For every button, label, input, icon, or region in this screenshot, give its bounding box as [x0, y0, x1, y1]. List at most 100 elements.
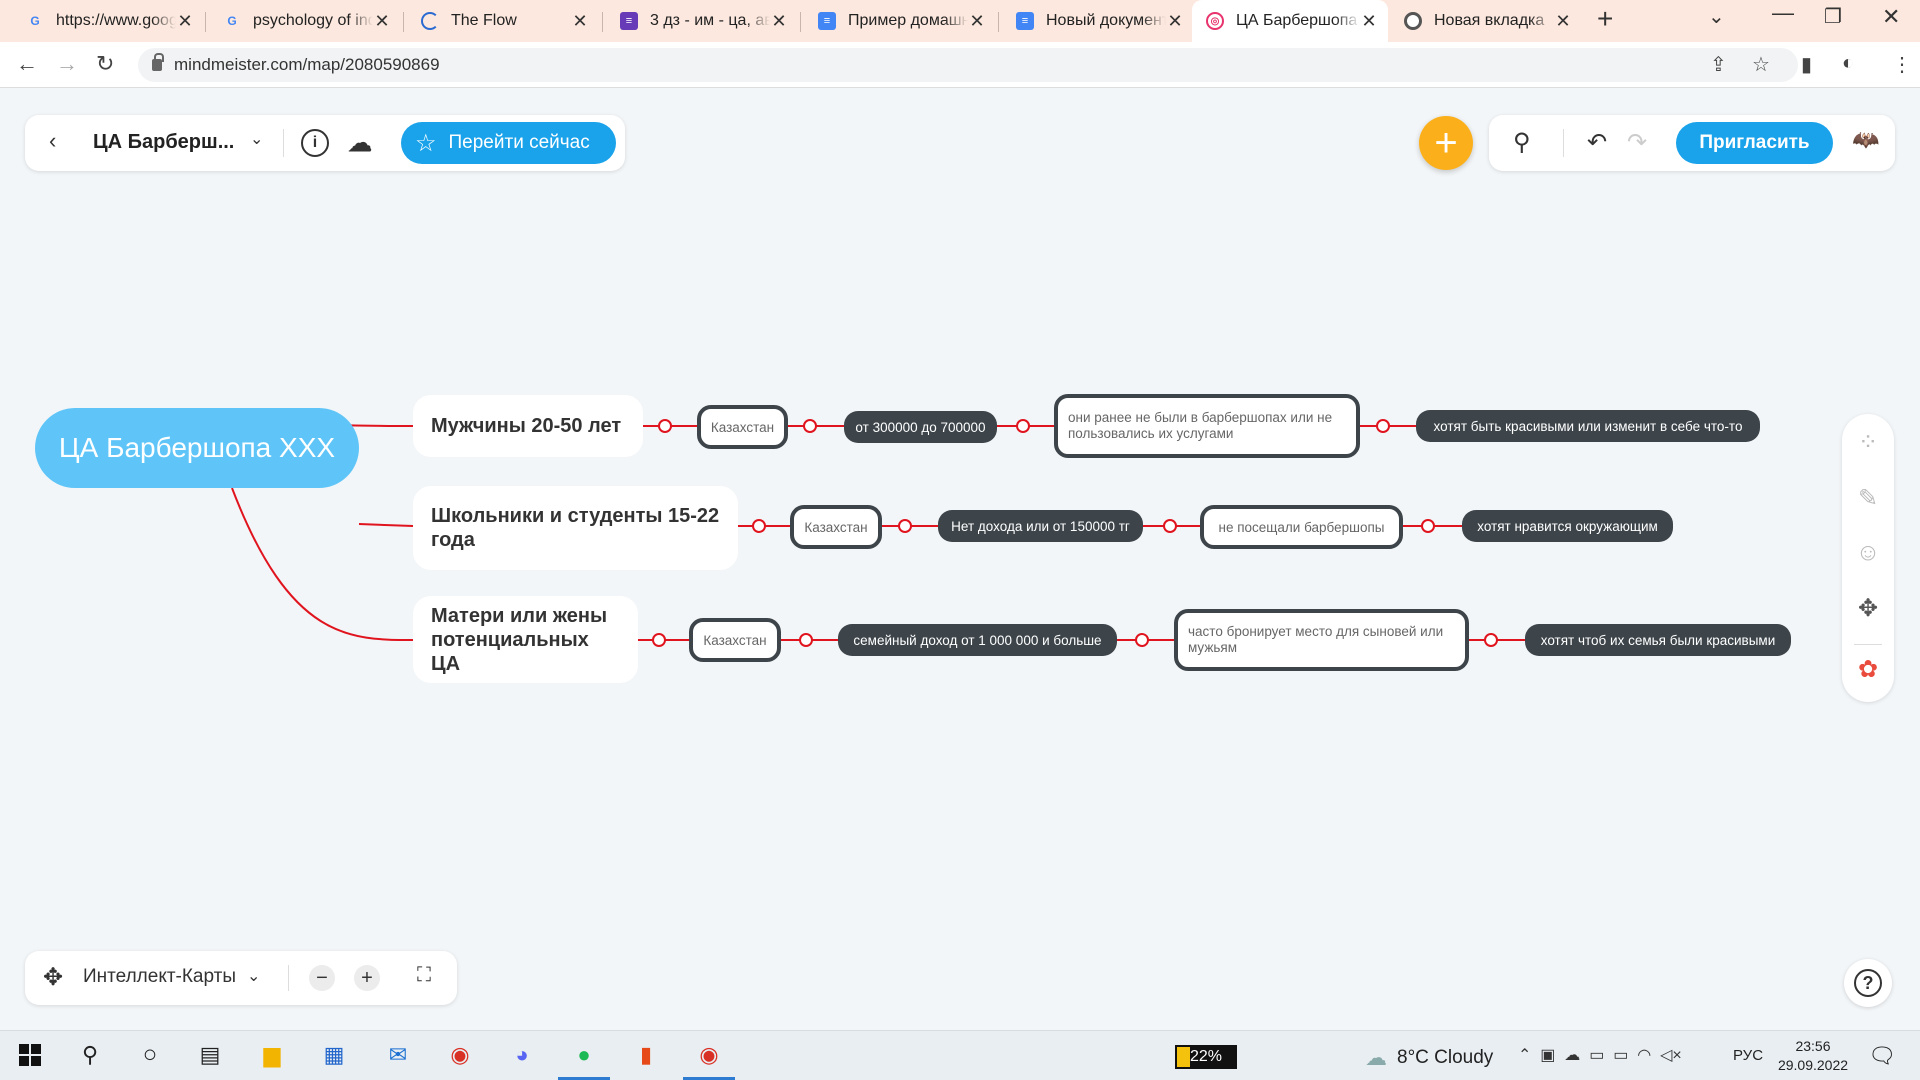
subtopic-node[interactable]: часто бронирует место для сыновей или му…: [1174, 609, 1469, 671]
connector-knob[interactable]: [1421, 519, 1435, 533]
connector-knob[interactable]: [898, 519, 912, 533]
office-icon[interactable]: ▮: [630, 1039, 662, 1071]
mindmap-layout-icon[interactable]: ✥: [1855, 596, 1881, 622]
cortana-icon[interactable]: ○: [134, 1039, 166, 1071]
google-icon: G: [227, 14, 237, 28]
connector-knob[interactable]: [1016, 419, 1030, 433]
bookmark-star-icon[interactable]: ☆: [1752, 52, 1770, 77]
chrome-icon[interactable]: ◉: [444, 1039, 476, 1071]
map-title[interactable]: ЦА Барберш...: [93, 131, 234, 154]
redo-icon[interactable]: ↷: [1627, 128, 1647, 157]
browser-menu-icon[interactable]: ⋮: [1892, 52, 1912, 77]
emoji-icon[interactable]: ☺: [1855, 540, 1881, 566]
tab-title: 3 дз - им - ца, ав: [650, 12, 770, 29]
topic-node[interactable]: Мужчины 20-50 лет: [413, 395, 643, 457]
close-tab-icon[interactable]: ✕: [373, 11, 391, 32]
clock[interactable]: 23:56 29.09.2022: [1768, 1037, 1858, 1075]
chevron-down-icon[interactable]: ⌄: [247, 966, 260, 986]
forward-arrow-icon[interactable]: →: [56, 51, 78, 77]
search-icon[interactable]: ⚲: [1513, 128, 1531, 157]
connector-knob[interactable]: [1376, 419, 1390, 433]
reload-icon[interactable]: ↻: [96, 51, 114, 77]
back-chevron-icon[interactable]: ‹: [49, 128, 56, 154]
go-now-button[interactable]: ☆ Перейти сейчас: [401, 122, 616, 164]
layout-icon[interactable]: ⁘: [1855, 430, 1881, 456]
browser-tab[interactable]: G https://www.google. ✕: [12, 0, 204, 42]
side-panel-icon[interactable]: ▮: [1801, 52, 1812, 77]
chevron-down-icon[interactable]: ⌄: [250, 129, 263, 149]
theme-palette-icon[interactable]: ✿: [1855, 657, 1881, 683]
zoom-in-button[interactable]: +: [354, 965, 380, 991]
subtopic-node[interactable]: Казахстан: [689, 618, 781, 662]
subtopic-node[interactable]: хотят нравится окружающим: [1462, 510, 1673, 542]
new-tab-button[interactable]: +: [1597, 3, 1613, 35]
close-tab-icon[interactable]: ✕: [1166, 11, 1184, 32]
subtopic-node[interactable]: Казахстан: [697, 405, 788, 449]
restore-button[interactable]: ❐: [1824, 4, 1842, 29]
subtopic-node[interactable]: не посещали барбершопы: [1200, 505, 1403, 549]
subtopic-node[interactable]: от 300000 до 700000: [844, 411, 997, 443]
share-icon[interactable]: ⇪: [1710, 52, 1727, 77]
browser-tab[interactable]: Новая вкладка ✕: [1390, 0, 1582, 42]
view-mode-selector[interactable]: Интеллект-Карты: [83, 966, 236, 988]
help-button[interactable]: ?: [1844, 959, 1892, 1007]
subtopic-node[interactable]: Нет дохода или от 150000 тг: [938, 510, 1143, 542]
topic-node[interactable]: Школьники и студенты 15-22 года: [413, 486, 738, 570]
undo-icon[interactable]: ↶: [1587, 128, 1607, 157]
close-window-button[interactable]: ✕: [1882, 4, 1900, 30]
style-brush-icon[interactable]: ✎: [1855, 486, 1881, 512]
store-icon[interactable]: ▦: [318, 1039, 350, 1071]
profile-avatar[interactable]: ◐: [1842, 52, 1854, 75]
subtopic-node[interactable]: хотят быть красивыми или изменит в себе …: [1416, 410, 1760, 442]
connector-knob[interactable]: [799, 633, 813, 647]
zoom-out-button[interactable]: −: [309, 965, 335, 991]
tab-search-icon[interactable]: ⌄: [1708, 4, 1725, 29]
connector-knob[interactable]: [1163, 519, 1177, 533]
windows-start-icon[interactable]: [14, 1039, 46, 1071]
file-explorer-icon[interactable]: ▆: [256, 1039, 288, 1071]
subtopic-node[interactable]: семейный доход от 1 000 000 и больше: [838, 624, 1117, 656]
connector-knob[interactable]: [752, 519, 766, 533]
browser-tab-active[interactable]: ◎ ЦА Барбершопа ✕: [1192, 0, 1388, 42]
back-arrow-icon[interactable]: ←: [16, 51, 38, 77]
browser-tab[interactable]: ≡ Новый документ ✕: [1002, 0, 1194, 42]
connector-knob[interactable]: [1135, 633, 1149, 647]
connector-knob[interactable]: [652, 633, 666, 647]
close-tab-icon[interactable]: ✕: [1554, 11, 1572, 32]
connector-knob[interactable]: [658, 419, 672, 433]
subtopic-node[interactable]: хотят чтоб их семья были красивыми: [1525, 624, 1791, 656]
minimize-button[interactable]: —: [1772, 0, 1794, 26]
invite-button[interactable]: Пригласить: [1676, 122, 1833, 164]
spotify-icon[interactable]: ●: [558, 1039, 610, 1080]
connector-knob[interactable]: [1484, 633, 1498, 647]
close-tab-icon[interactable]: ✕: [770, 11, 788, 32]
language-indicator[interactable]: РУС: [1733, 1047, 1763, 1064]
weather-widget[interactable]: ☁ 8°C Cloudy: [1365, 1045, 1493, 1071]
browser-tab[interactable]: ≡ 3 дз - им - ца, ав ✕: [606, 0, 798, 42]
browser-tab[interactable]: G psychology of indivi ✕: [209, 0, 401, 42]
topic-node[interactable]: Матери или жены потенциальных ЦА: [413, 596, 638, 683]
close-tab-icon[interactable]: ✕: [571, 11, 589, 32]
close-tab-icon[interactable]: ✕: [1360, 11, 1378, 32]
root-node[interactable]: ЦА Барбершопа XXX: [35, 408, 359, 488]
add-button[interactable]: +: [1419, 116, 1473, 170]
subtopic-node[interactable]: они ранее не были в барбершопах или не п…: [1054, 394, 1360, 458]
info-icon[interactable]: i: [301, 129, 329, 157]
close-tab-icon[interactable]: ✕: [176, 11, 194, 32]
connector-knob[interactable]: [803, 419, 817, 433]
cloud-download-icon[interactable]: ☁: [346, 129, 374, 157]
task-view-icon[interactable]: ▤: [194, 1039, 226, 1071]
browser-tab[interactable]: The Flow ✕: [407, 0, 599, 42]
system-tray[interactable]: ⌃ ▣ ☁ ▭ ▭ ◠ ◁×: [1518, 1045, 1682, 1065]
notification-icon[interactable]: 🗨: [1868, 1043, 1896, 1069]
url-bar[interactable]: mindmeister.com/map/2080590869: [138, 48, 1798, 82]
chrome-active-icon[interactable]: ◉: [683, 1039, 735, 1080]
browser-tab[interactable]: ≡ Пример домашнего ✕: [804, 0, 996, 42]
close-tab-icon[interactable]: ✕: [968, 11, 986, 32]
fit-screen-icon[interactable]: ⛶: [417, 964, 431, 987]
search-icon[interactable]: ⚲: [74, 1039, 106, 1071]
subtopic-node[interactable]: Казахстан: [790, 505, 882, 549]
discord-icon[interactable]: ◕: [506, 1039, 538, 1071]
user-avatar[interactable]: 🦇: [1849, 127, 1883, 157]
mail-icon[interactable]: ✉: [382, 1039, 414, 1071]
